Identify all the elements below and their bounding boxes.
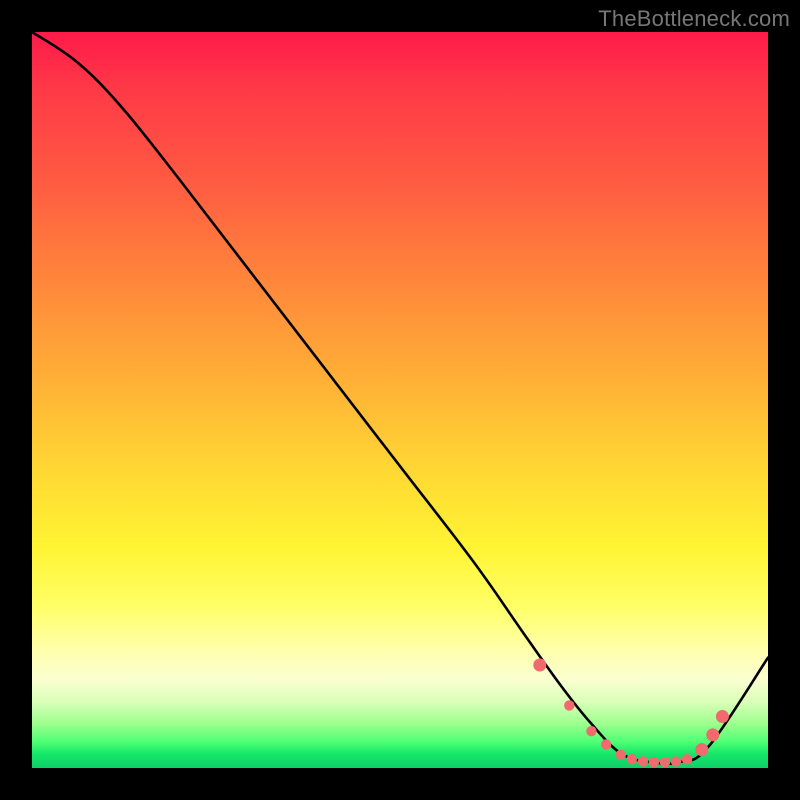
marker-point — [682, 754, 692, 764]
marker-point — [671, 756, 681, 766]
marker-point — [649, 757, 659, 767]
chart-frame: TheBottleneck.com — [0, 0, 800, 800]
curve-svg — [32, 32, 768, 768]
marker-point — [716, 710, 729, 723]
marker-point — [627, 754, 637, 764]
marker-point — [706, 728, 719, 741]
marker-point — [564, 700, 574, 710]
highlight-markers — [533, 659, 729, 768]
marker-point — [533, 659, 546, 672]
marker-point — [601, 739, 611, 749]
marker-point — [660, 757, 670, 767]
watermark-text: TheBottleneck.com — [598, 6, 790, 32]
marker-point — [695, 743, 708, 756]
marker-point — [586, 726, 596, 736]
marker-point — [616, 750, 626, 760]
bottleneck-curve-path — [32, 32, 768, 764]
marker-point — [638, 756, 648, 766]
plot-area — [32, 32, 768, 768]
